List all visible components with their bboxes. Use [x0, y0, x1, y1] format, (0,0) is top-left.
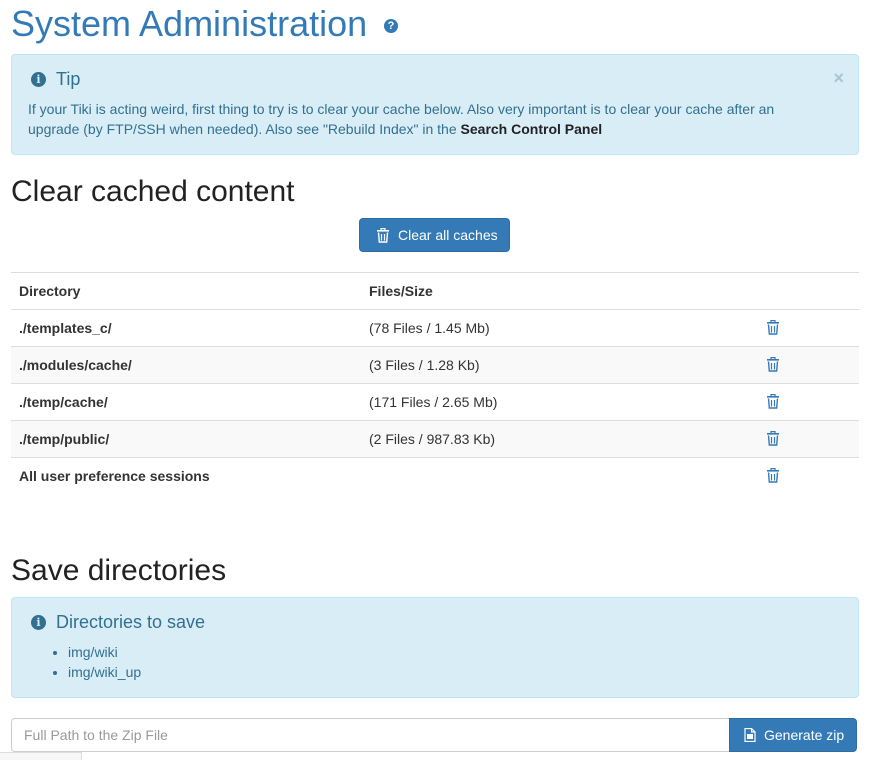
directory-name: ./modules/cache/	[19, 357, 132, 373]
directory-name: ./temp/cache/	[19, 394, 108, 410]
list-item: img/wiki_up	[68, 662, 141, 682]
info-icon: i	[31, 72, 46, 87]
trash-icon	[377, 227, 389, 243]
files-size: (2 Files / 987.83 Kb)	[369, 431, 496, 447]
list-item: img/wiki	[68, 642, 141, 662]
tip-body: If your Tiki is acting weird, first thin…	[28, 101, 775, 137]
table-row: ./modules/cache/ (3 Files / 1.28 Kb)	[11, 346, 859, 383]
trash-icon	[767, 431, 779, 446]
file-icon	[744, 728, 756, 742]
clear-all-caches-button[interactable]: Clear all caches	[359, 218, 510, 252]
delete-user-prefs-button[interactable]	[766, 468, 780, 486]
table-row: All user preference sessions	[11, 457, 859, 494]
table-row: ./temp/public/ (2 Files / 987.83 Kb)	[11, 420, 859, 457]
generate-zip-label: Generate zip	[764, 727, 845, 743]
directory-name: All user preference sessions	[19, 468, 210, 484]
trash-icon	[767, 468, 779, 483]
directories-title: Directories to save	[56, 612, 206, 632]
close-icon[interactable]: ×	[833, 69, 844, 87]
save-directories-heading: Save directories	[11, 554, 227, 587]
clear-cache-heading: Clear cached content	[11, 175, 295, 208]
search-control-panel-link[interactable]: Search Control Panel	[461, 121, 603, 137]
trash-icon	[767, 394, 779, 409]
zip-path-input[interactable]	[11, 718, 730, 752]
generate-zip-button[interactable]: Generate zip	[729, 718, 857, 752]
delete-modules-cache-button[interactable]	[766, 357, 780, 375]
table-row: ./templates_c/ (78 Files / 1.45 Mb)	[11, 309, 859, 346]
table-row: ./temp/cache/ (171 Files / 2.65 Mb)	[11, 383, 859, 420]
tip-alert: i Tip × If your Tiki is acting weird, fi…	[11, 54, 859, 155]
column-header-files-size: Files/Size	[369, 283, 433, 299]
files-size: (3 Files / 1.28 Kb)	[369, 357, 480, 373]
delete-templates-c-button[interactable]	[766, 320, 780, 338]
directories-list: img/wiki img/wiki_up	[34, 642, 141, 682]
directories-alert: i Directories to save img/wiki img/wiki_…	[11, 597, 859, 698]
clear-all-caches-label: Clear all caches	[398, 227, 498, 243]
page-title: System Administration	[11, 3, 368, 44]
trash-icon	[767, 357, 779, 372]
directory-name: ./temp/public/	[19, 431, 110, 447]
directory-name: ./templates_c/	[19, 320, 112, 336]
info-icon: i	[31, 615, 46, 630]
tip-text: If your Tiki is acting weird, first thin…	[28, 99, 818, 139]
table-header: Directory Files/Size	[11, 272, 859, 309]
delete-temp-public-button[interactable]	[766, 431, 780, 449]
delete-temp-cache-button[interactable]	[766, 394, 780, 412]
files-size: (171 Files / 2.65 Mb)	[369, 394, 498, 410]
files-size: (78 Files / 1.45 Mb)	[369, 320, 490, 336]
tip-title: Tip	[56, 69, 81, 89]
bottom-tab	[0, 752, 82, 760]
cache-table: Directory Files/Size ./templates_c/ (78 …	[11, 272, 859, 494]
trash-icon	[767, 320, 779, 335]
column-header-directory: Directory	[19, 283, 81, 299]
help-icon[interactable]: ?	[384, 19, 398, 33]
